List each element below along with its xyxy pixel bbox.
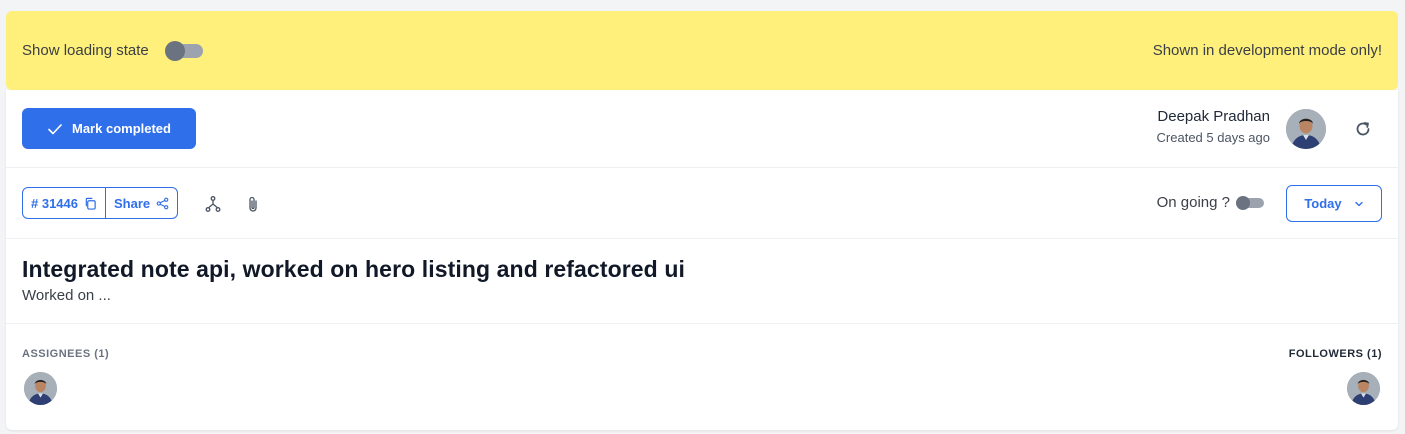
toggle-knob — [1236, 195, 1250, 210]
paperclip-icon[interactable] — [244, 195, 262, 213]
loading-state-label: Show loading state — [22, 42, 149, 59]
followers-label: FOLLOWERS (1) — [1288, 348, 1382, 360]
subtask-icon[interactable] — [204, 195, 222, 213]
date-select-value: Today — [1304, 196, 1342, 211]
share-button[interactable]: Share — [105, 188, 177, 218]
task-title[interactable]: Integrated note api, worked on hero list… — [22, 256, 685, 283]
refresh-icon[interactable] — [1353, 119, 1373, 139]
ongoing-control: On going ? — [1157, 194, 1264, 211]
toggle-knob — [164, 40, 185, 61]
ongoing-label: On going ? — [1156, 194, 1230, 211]
share-icon — [156, 197, 169, 209]
dev-mode-banner: Show loading state Shown in development … — [6, 11, 1398, 90]
date-select[interactable]: Today — [1286, 185, 1382, 222]
task-header: Mark completed Deepak Pradhan Created 5 … — [6, 90, 1398, 168]
task-detail-card: Mark completed Deepak Pradhan Created 5 … — [6, 90, 1398, 430]
mark-completed-button[interactable]: Mark completed — [22, 108, 196, 149]
chevron-down-icon — [1354, 201, 1363, 206]
created-time: Created 5 days ago — [1156, 130, 1270, 145]
task-meta-row: # 31446 Share On going ? Today — [6, 169, 1398, 239]
assignees-label: ASSIGNEES (1) — [22, 348, 110, 360]
check-icon — [48, 123, 62, 134]
ongoing-toggle[interactable] — [1236, 195, 1264, 210]
author-info: Deepak Pradhan Created 5 days ago — [1157, 108, 1270, 145]
task-title-block: Integrated note api, worked on hero list… — [22, 256, 685, 304]
divider — [6, 323, 1398, 324]
follower-avatar[interactable] — [1347, 372, 1380, 405]
author-name: Deepak Pradhan — [1157, 108, 1270, 125]
loading-state-toggle[interactable] — [164, 40, 203, 61]
task-id-share-group: # 31446 Share — [22, 187, 179, 219]
share-label: Share — [114, 195, 151, 211]
copy-icon — [85, 197, 96, 210]
author-avatar[interactable] — [1286, 109, 1326, 149]
mark-completed-label: Mark completed — [72, 121, 171, 136]
loading-state-control: Show loading state — [22, 40, 203, 61]
task-id: # 31446 — [31, 195, 78, 211]
task-description[interactable]: Worked on ... — [22, 287, 685, 304]
task-id-copy-button[interactable]: # 31446 — [23, 188, 105, 218]
dev-mode-note: Shown in development mode only! — [1152, 42, 1382, 59]
assignee-avatar[interactable] — [24, 372, 57, 405]
